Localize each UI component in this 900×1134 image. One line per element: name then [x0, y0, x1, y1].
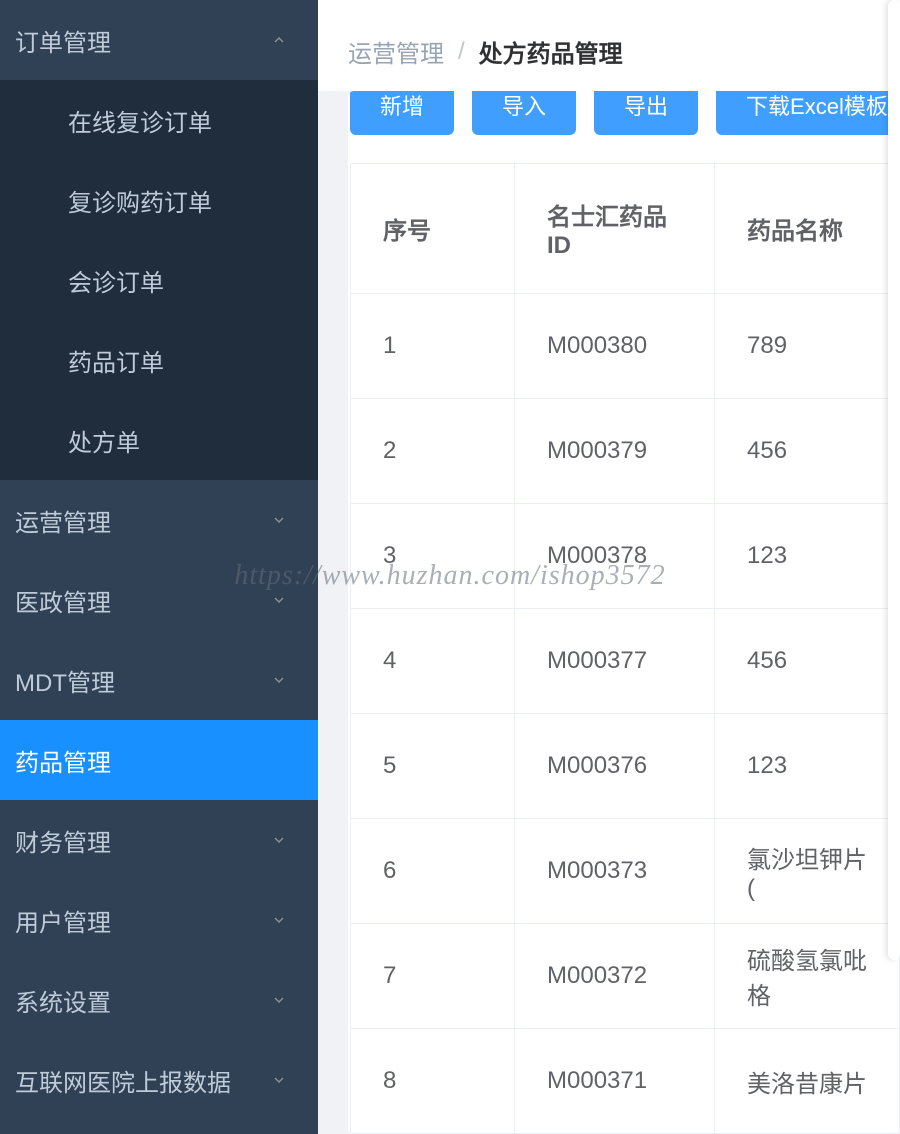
cell-index: 1: [351, 294, 515, 399]
cell-med-id: M000380: [515, 294, 715, 399]
cell-med-id: M000372: [515, 924, 715, 1029]
chevron-down-icon: [270, 511, 288, 529]
cell-med-id: M000377: [515, 609, 715, 714]
submenu-online-revisit[interactable]: 在线复诊订单: [0, 80, 318, 160]
main-content: 运营管理 / 处方药品管理 新增 导入 导出 下载Excel模板 序号 名士汇药…: [318, 0, 900, 1134]
menu-internet-hospital-report[interactable]: 互联网医院上报数据: [0, 1040, 318, 1120]
cell-index: 3: [351, 504, 515, 609]
add-button[interactable]: 新增: [350, 91, 454, 135]
table-row[interactable]: 1M000380789: [351, 294, 900, 399]
menu-label: 用户管理: [15, 903, 111, 938]
th-index: 序号: [351, 164, 515, 294]
chevron-down-icon: [270, 991, 288, 1009]
submenu-revisit-purchase[interactable]: 复诊购药订单: [0, 160, 318, 240]
scroll-indicator[interactable]: [888, 0, 900, 960]
cell-med-id: M000378: [515, 504, 715, 609]
table-row[interactable]: 6M000373氯沙坦钾片(: [351, 819, 900, 924]
menu-finance-mgmt[interactable]: 财务管理: [0, 800, 318, 880]
menu-order-mgmt[interactable]: 订单管理: [0, 0, 318, 80]
cell-drug-name: 456: [715, 399, 900, 504]
menu-mdt-mgmt[interactable]: MDT管理: [0, 640, 318, 720]
toolbar: 新增 导入 导出 下载Excel模板: [350, 91, 900, 135]
cell-med-id: M000373: [515, 819, 715, 924]
breadcrumb: 运营管理 / 处方药品管理: [318, 12, 900, 91]
submenu-label: 会诊订单: [68, 263, 164, 298]
cell-drug-name: 123: [715, 714, 900, 819]
breadcrumb-current: 处方药品管理: [479, 34, 623, 69]
table-row[interactable]: 7M000372硫酸氢氯吡格: [351, 924, 900, 1029]
menu-label: MDT管理: [15, 663, 115, 698]
menu-medical-admin[interactable]: 医政管理: [0, 560, 318, 640]
cell-med-id: M000371: [515, 1029, 715, 1134]
import-button[interactable]: 导入: [472, 91, 576, 135]
submenu-label: 处方单: [68, 423, 140, 458]
submenu-prescription[interactable]: 处方单: [0, 400, 318, 480]
breadcrumb-separator: /: [458, 38, 465, 66]
submenu-med-order[interactable]: 药品订单: [0, 320, 318, 400]
th-med-id: 名士汇药品ID: [515, 164, 715, 294]
menu-operation-mgmt[interactable]: 运营管理: [0, 480, 318, 560]
download-template-button[interactable]: 下载Excel模板: [716, 91, 900, 135]
chevron-down-icon: [270, 591, 288, 609]
cell-drug-name: 456: [715, 609, 900, 714]
content-card: 新增 导入 导出 下载Excel模板 序号 名士汇药品ID 药品名称 1M000…: [348, 91, 900, 1134]
cell-index: 2: [351, 399, 515, 504]
menu-label: 系统设置: [15, 983, 111, 1018]
cell-drug-name: 硫酸氢氯吡格: [715, 924, 900, 1029]
cell-drug-name: 美洛昔康片: [715, 1029, 900, 1134]
table-row[interactable]: 5M000376123: [351, 714, 900, 819]
th-drug-name: 药品名称: [715, 164, 900, 294]
submenu-label: 复诊购药订单: [68, 183, 212, 218]
cell-drug-name: 123: [715, 504, 900, 609]
chevron-down-icon: [270, 911, 288, 929]
menu-label: 财务管理: [15, 823, 111, 858]
chevron-down-icon: [270, 671, 288, 689]
breadcrumb-parent[interactable]: 运营管理: [348, 34, 444, 69]
table-container: 序号 名士汇药品ID 药品名称 1M0003807892M0003794563M…: [350, 163, 900, 1134]
menu-drug-mgmt[interactable]: 药品管理: [0, 720, 318, 800]
menu-label: 订单管理: [15, 23, 111, 58]
cell-index: 5: [351, 714, 515, 819]
menu-label: 互联网医院上报数据: [15, 1063, 231, 1098]
chevron-down-icon: [270, 831, 288, 849]
menu-system-settings[interactable]: 系统设置: [0, 960, 318, 1040]
cell-drug-name: 789: [715, 294, 900, 399]
menu-label: 药品管理: [15, 743, 111, 778]
table-row[interactable]: 2M000379456: [351, 399, 900, 504]
submenu-label: 药品订单: [68, 343, 164, 378]
submenu-consult-order[interactable]: 会诊订单: [0, 240, 318, 320]
chevron-down-icon: [270, 1071, 288, 1089]
menu-user-mgmt[interactable]: 用户管理: [0, 880, 318, 960]
cell-index: 6: [351, 819, 515, 924]
table-row[interactable]: 3M000378123: [351, 504, 900, 609]
chevron-up-icon: [270, 31, 288, 49]
cell-med-id: M000376: [515, 714, 715, 819]
cell-med-id: M000379: [515, 399, 715, 504]
cell-index: 4: [351, 609, 515, 714]
submenu-label: 在线复诊订单: [68, 103, 212, 138]
sidebar: 订单管理 在线复诊订单 复诊购药订单 会诊订单 药品订单 处方单 运营管理 医政: [0, 0, 318, 1134]
cell-drug-name: 氯沙坦钾片(: [715, 819, 900, 924]
cell-index: 7: [351, 924, 515, 1029]
menu-label: 医政管理: [15, 583, 111, 618]
table-row[interactable]: 8M000371美洛昔康片: [351, 1029, 900, 1134]
drugs-table: 序号 名士汇药品ID 药品名称 1M0003807892M0003794563M…: [350, 163, 900, 1134]
cell-index: 8: [351, 1029, 515, 1134]
export-button[interactable]: 导出: [594, 91, 698, 135]
menu-label: 运营管理: [15, 503, 111, 538]
table-row[interactable]: 4M000377456: [351, 609, 900, 714]
